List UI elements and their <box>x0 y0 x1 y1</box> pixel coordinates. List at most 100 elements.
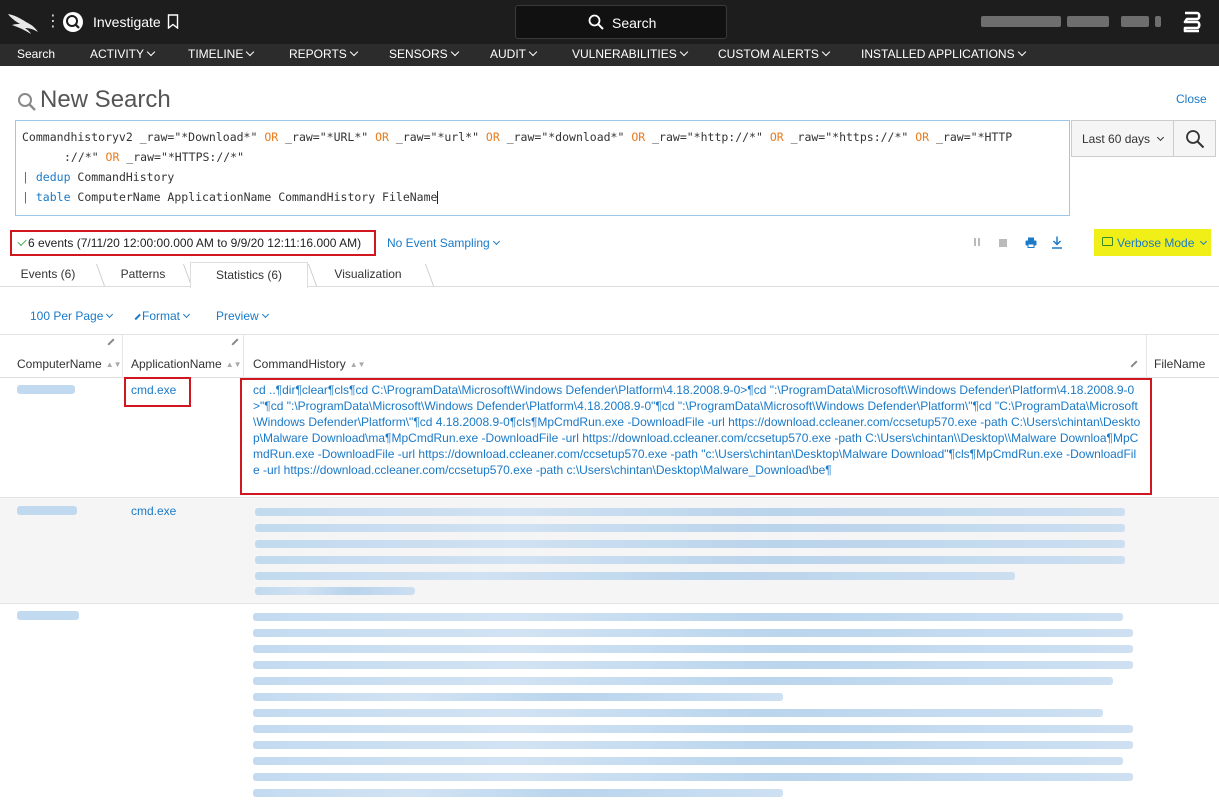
computer-name-redacted <box>17 611 79 620</box>
chevron-down-icon <box>261 310 269 319</box>
command-history-redacted <box>253 789 783 797</box>
table-row <box>0 604 1219 803</box>
column-divider <box>1146 334 1147 378</box>
nav-audit[interactable]: AUDIT <box>490 47 538 61</box>
nav-custom-alerts[interactable]: CUSTOM ALERTS <box>718 47 831 61</box>
search-mode-dropdown[interactable]: Verbose Mode <box>1094 229 1211 256</box>
command-history-redacted <box>253 773 1133 781</box>
command-history-redacted <box>253 757 1123 765</box>
command-history-redacted <box>253 677 1113 685</box>
chevron-down-icon <box>1156 133 1165 142</box>
column-header-filename[interactable]: FileName <box>1154 357 1205 371</box>
nav-vulnerabilities[interactable]: VULNERABILITIES <box>572 47 688 61</box>
computer-name-redacted <box>17 385 75 394</box>
app-switcher-icon[interactable] <box>1182 11 1202 33</box>
tab-patterns[interactable]: Patterns <box>104 262 182 287</box>
tab-visualization[interactable]: Visualization <box>317 262 419 287</box>
search-icon <box>18 93 36 111</box>
user-account-menu[interactable] <box>981 16 1161 27</box>
application-name-cell[interactable]: cmd.exe <box>131 383 176 397</box>
chevron-down-icon <box>1017 47 1026 57</box>
mode-icon <box>1102 237 1113 246</box>
query-line-3: | dedup CommandHistory <box>22 170 175 184</box>
chevron-down-icon <box>106 310 114 319</box>
results-tabs: Events (6) Patterns Statistics (6) Visua… <box>0 262 1219 288</box>
search-query-editor[interactable]: Commandhistoryv2 _raw="*Download*" OR _r… <box>15 120 1070 216</box>
sort-icon: ▲▼ <box>349 360 366 369</box>
tab-events[interactable]: Events (6) <box>0 262 96 287</box>
global-search-label: Search <box>612 15 657 31</box>
command-history-redacted <box>253 709 1103 717</box>
export-icon[interactable] <box>1051 236 1063 249</box>
table-header: ComputerName ▲▼ ApplicationName ▲▼ Command… <box>0 334 1219 378</box>
sort-icon: ▲▼ <box>225 360 242 369</box>
nav-activity[interactable]: ACTIVITY <box>90 47 156 61</box>
column-header-applicationname[interactable]: ApplicationName ▲▼ <box>131 357 242 371</box>
column-divider <box>122 334 123 378</box>
print-icon[interactable] <box>1025 237 1037 248</box>
chevron-down-icon <box>492 237 500 246</box>
command-history-redacted <box>253 629 1133 637</box>
query-line-4: | table ComputerName ApplicationName Com… <box>22 190 439 204</box>
nav-timeline[interactable]: TIMELINE <box>188 47 255 61</box>
command-history-redacted <box>253 741 1133 749</box>
chevron-down-icon <box>349 47 359 57</box>
column-divider <box>243 334 244 378</box>
tab-divider <box>307 264 318 286</box>
pause-icon[interactable] <box>972 237 981 247</box>
pencil-icon <box>134 313 141 320</box>
command-history-redacted <box>253 645 1133 653</box>
command-history-redacted <box>255 572 1015 580</box>
column-header-commandhistory[interactable]: CommandHistory ▲▼ <box>253 357 366 371</box>
event-sampling-dropdown[interactable]: No Event Sampling <box>387 236 500 250</box>
nav-search[interactable]: Search <box>17 47 55 61</box>
column-header-computername[interactable]: ComputerName ▲▼ <box>17 357 122 371</box>
search-icon <box>588 14 604 30</box>
event-count-status: 6 events (7/11/20 12:00:00.000 AM to 9/9… <box>10 230 376 256</box>
search-icon <box>1186 130 1205 149</box>
command-history-redacted <box>255 540 1125 548</box>
tab-divider <box>424 264 435 286</box>
chevron-down-icon <box>679 47 688 57</box>
format-dropdown[interactable]: Format <box>134 309 191 323</box>
main-nav: Search ACTIVITY TIMELINE REPORTS SENSORS… <box>0 44 1219 66</box>
nav-installed-applications[interactable]: INSTALLED APPLICATIONS <box>861 47 1026 61</box>
search-mode-label: Verbose Mode <box>1117 236 1195 250</box>
edit-column-icon[interactable] <box>1130 360 1138 368</box>
command-history-cell[interactable]: cd ..¶dir¶clear¶cls¶cd C:\ProgramData\Mi… <box>253 382 1141 478</box>
time-range-select[interactable]: Last 60 days <box>1071 120 1173 157</box>
bookmark-icon[interactable] <box>167 14 179 29</box>
time-range-label: Last 60 days <box>1082 132 1151 146</box>
query-line-2: ://*" OR _raw="*HTTPS://*" <box>64 150 245 164</box>
edit-column-icon[interactable] <box>107 338 115 346</box>
command-history-redacted <box>253 661 1133 669</box>
nav-reports[interactable]: REPORTS <box>289 47 359 61</box>
close-link[interactable]: Close <box>1176 92 1207 106</box>
nav-sensors[interactable]: SENSORS <box>389 47 459 61</box>
table-row: cmd.exe <box>0 498 1219 604</box>
chevron-down-icon <box>821 47 831 57</box>
chevron-down-icon <box>450 47 459 57</box>
per-page-dropdown[interactable]: 100 Per Page <box>30 309 114 323</box>
global-search-button[interactable]: Search <box>515 5 727 39</box>
run-search-button[interactable] <box>1173 120 1216 157</box>
stop-icon[interactable] <box>999 239 1007 247</box>
application-name-cell[interactable]: cmd.exe <box>131 504 176 518</box>
investigate-icon <box>63 12 83 32</box>
tab-statistics[interactable]: Statistics (6) <box>190 262 308 288</box>
more-menu-icon[interactable]: ⋮ <box>45 12 61 32</box>
falcon-logo-icon[interactable] <box>6 9 40 35</box>
chevron-down-icon <box>1199 237 1208 246</box>
chevron-down-icon <box>146 47 156 57</box>
command-history-redacted <box>253 613 1123 621</box>
top-bar: ⋮ Investigate Search <box>0 0 1219 44</box>
edit-column-icon[interactable] <box>231 338 239 346</box>
command-history-redacted <box>255 524 1125 532</box>
command-history-redacted <box>255 587 415 595</box>
query-line-1: Commandhistoryv2 _raw="*Download*" OR _r… <box>22 130 1013 144</box>
command-history-redacted <box>255 508 1125 516</box>
command-history-redacted <box>253 725 1133 733</box>
chevron-down-icon <box>246 47 255 57</box>
command-history-redacted <box>255 556 1125 564</box>
preview-dropdown[interactable]: Preview <box>216 309 269 323</box>
